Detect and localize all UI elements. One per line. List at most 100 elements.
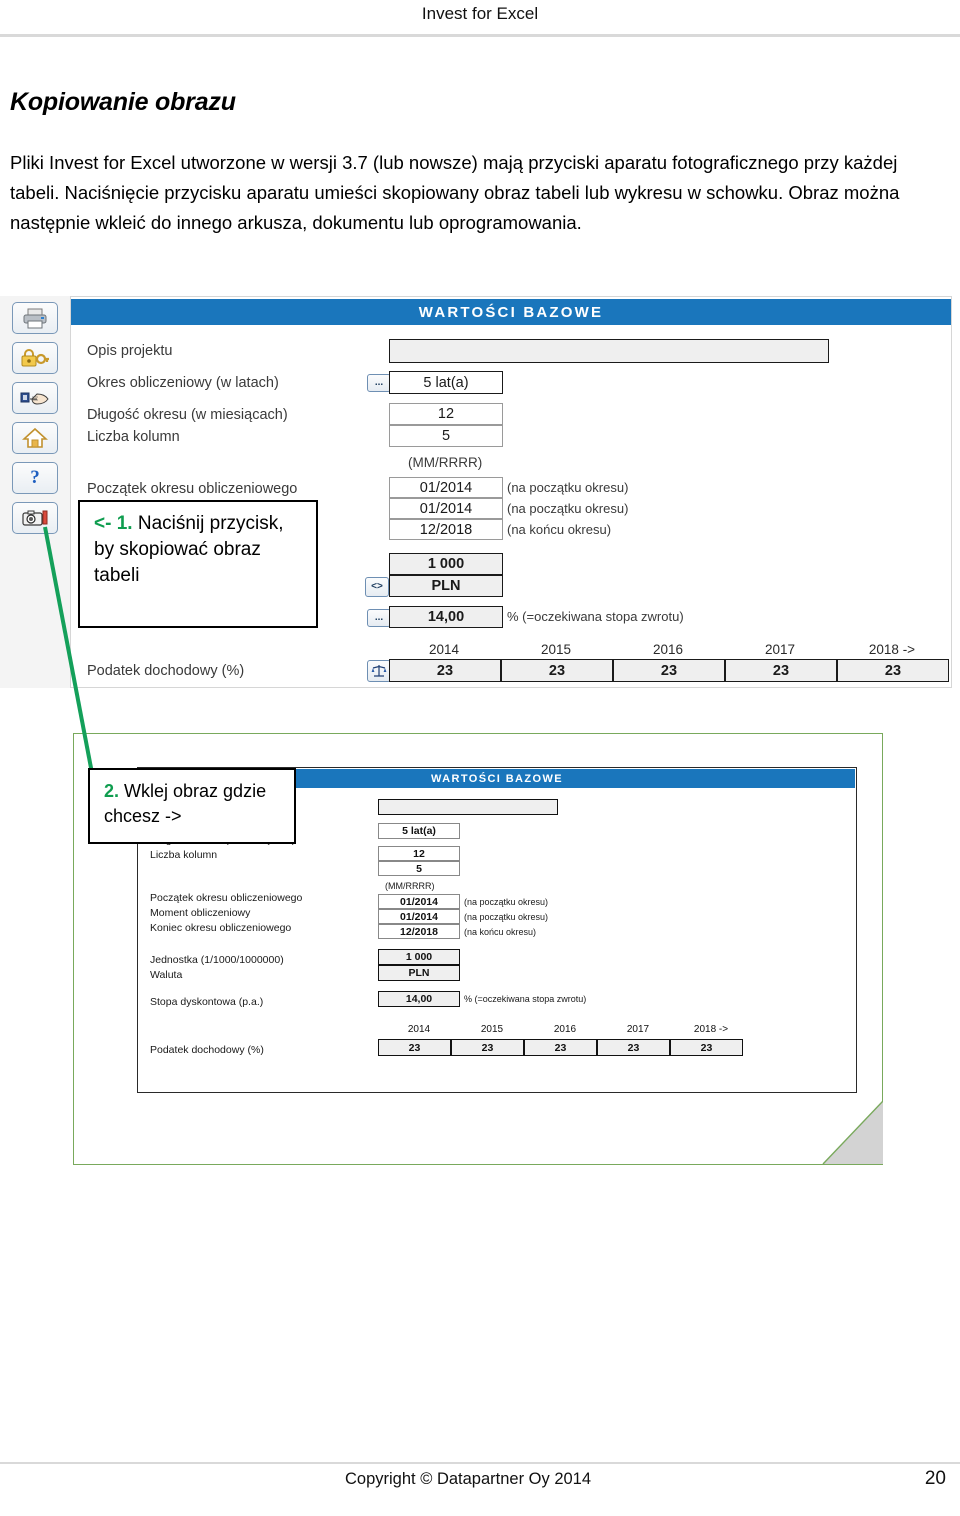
pasted-tax-cell-2017: 23 <box>597 1039 670 1056</box>
cell-stopa-dyskontowa[interactable]: 14,00 <box>389 606 503 628</box>
footer-page-number: 20 <box>924 1468 946 1489</box>
cell-okres-obliczeniowy[interactable]: 5 lat(a) <box>389 371 503 394</box>
footer-divider <box>0 1462 960 1464</box>
row-label-liczba-kolumn: Liczba kolumn <box>87 429 180 445</box>
callout-1-marker: <- 1. <box>94 513 133 534</box>
pasted-row-label-koniec: Koniec okresu obliczeniowego <box>150 922 292 934</box>
header-divider <box>0 34 960 37</box>
cell-poczatek-okresu[interactable]: 01/2014 <box>389 477 503 498</box>
scales-icon-button[interactable] <box>367 660 391 682</box>
pasted-tax-cell-2014: 23 <box>378 1039 451 1056</box>
pointing-hand-button[interactable] <box>12 382 58 414</box>
pasted-cell-koniec: 12/2018 <box>378 924 460 939</box>
pasted-cell-moment: 01/2014 <box>378 909 460 924</box>
pasted-row-label-podatek: Podatek dochodowy (%) <box>150 1044 264 1056</box>
screenshot-original: WARTOŚCI BAZOWE Opis projektu Okres obli… <box>0 296 952 688</box>
pasted-cell-waluta: PLN <box>378 965 460 981</box>
pasted-row-label-jednostka: Jednostka (1/1000/1000000) <box>150 954 284 966</box>
pasted-cell-poczatek: 01/2014 <box>378 894 460 909</box>
worksheet-panel: WARTOŚCI BAZOWE Opis projektu Okres obli… <box>70 296 952 688</box>
tax-cell-2016[interactable]: 23 <box>613 659 725 682</box>
cell-moment-obliczeniowy[interactable]: 01/2014 <box>389 498 503 519</box>
pasted-tax-cell-2015: 23 <box>451 1039 524 1056</box>
pasted-cell-opis <box>378 799 558 815</box>
sheet-title-bar: WARTOŚCI BAZOWE <box>71 299 951 325</box>
page-header: Invest for Excel <box>0 0 960 36</box>
pasted-row-label-moment: Moment obliczeniowy <box>150 907 251 919</box>
camera-copy-button[interactable] <box>12 502 58 534</box>
help-button[interactable]: ? <box>12 462 58 494</box>
note-moment-obliczeniowy: (na początku okresu) <box>507 501 629 516</box>
pasted-tax-year-2014: 2014 <box>407 1024 431 1035</box>
home-icon <box>22 427 48 448</box>
printer-button[interactable] <box>12 302 58 334</box>
home-button[interactable] <box>12 422 58 454</box>
callout-step-1: <- 1. Naciśnij przycisk, by skopiować ob… <box>78 500 318 628</box>
tax-year-2018: 2018 -> <box>868 642 916 657</box>
lock-key-icon <box>21 349 49 367</box>
pasted-note-poczatek: (na początku okresu) <box>464 897 549 907</box>
pasted-tax-cell-2016: 23 <box>524 1039 597 1056</box>
lock-key-button[interactable] <box>12 342 58 374</box>
pasted-row-label-stopa: Stopa dyskontowa (p.a.) <box>150 996 264 1008</box>
camera-icon <box>22 510 48 526</box>
header-title: Invest for Excel <box>421 4 539 23</box>
tax-year-2017: 2017 <box>764 642 796 657</box>
row-label-podatek-dochodowy: Podatek dochodowy (%) <box>87 663 245 679</box>
callout-2-text: Wklej obraz gdzie chcesz -> <box>104 781 267 826</box>
pasted-cell-stopa: 14,00 <box>378 991 460 1007</box>
cell-opis-projektu[interactable] <box>389 339 829 363</box>
pasted-tax-year-2017: 2017 <box>626 1024 650 1035</box>
callout-2-marker: 2. <box>104 781 120 801</box>
cell-waluta[interactable]: PLN <box>389 575 503 597</box>
pasted-tax-year-2015: 2015 <box>480 1024 504 1035</box>
pasted-cell-jednostka: 1 000 <box>378 949 460 965</box>
pasted-tax-cell-2018: 23 <box>670 1039 743 1056</box>
pasted-row-label-waluta: Waluta <box>150 969 183 981</box>
tax-year-2014: 2014 <box>428 642 460 657</box>
printer-icon <box>23 308 47 329</box>
pasted-note-stopa: % (=oczekiwana stopa zwrotu) <box>464 994 587 1004</box>
row-label-okres-obliczeniowy: Okres obliczeniowy (w latach) <box>87 375 279 391</box>
intro-paragraph: Pliki Invest for Excel utworzone w wersj… <box>10 152 900 233</box>
cell-liczba-kolumn[interactable]: 5 <box>389 425 503 447</box>
note-koniec-okresu: (na końcu okresu) <box>507 522 612 537</box>
pasted-note-koniec: (na końcu okresu) <box>464 927 537 937</box>
ellipsis-button-stopa[interactable]: ... <box>367 609 391 627</box>
pasted-row-label-liczba-kolumn: Liczba kolumn <box>150 849 218 861</box>
tax-cell-2014[interactable]: 23 <box>389 659 501 682</box>
sheet-title: WARTOŚCI BAZOWE <box>418 303 604 321</box>
tax-year-2016: 2016 <box>652 642 684 657</box>
pasted-cell-dlugosc: 12 <box>378 846 460 861</box>
note-stopa-dyskontowa: % (=oczekiwana stopa zwrotu) <box>507 609 684 624</box>
pasted-sheet-title: WARTOŚCI BAZOWE <box>430 772 563 785</box>
cell-dlugosc-okresu[interactable]: 12 <box>389 403 503 425</box>
row-label-dlugosc-okresu: Długość okresu (w miesiącach) <box>87 407 288 423</box>
ellipsis-button-okres[interactable]: ... <box>367 374 391 392</box>
row-label-poczatek-okresu: Początek okresu obliczeniowego <box>87 481 298 497</box>
pointing-hand-icon <box>20 392 49 405</box>
cell-koniec-okresu[interactable]: 12/2018 <box>389 519 503 540</box>
pasted-cell-liczba-kolumn: 5 <box>378 861 460 876</box>
tax-cell-2018[interactable]: 23 <box>837 659 949 682</box>
page-fold-corner-icon <box>822 1100 883 1165</box>
pasted-note-moment: (na początku okresu) <box>464 912 549 922</box>
swap-button-waluta[interactable]: <> <box>365 577 389 597</box>
pasted-mm-rrrr-hint: (MM/RRRR) <box>385 881 435 891</box>
tax-year-2015: 2015 <box>540 642 572 657</box>
footer-copyright: Copyright © Datapartner Oy 2014 <box>345 1470 592 1488</box>
mm-rrrr-hint: (MM/RRRR) <box>408 455 483 470</box>
tax-cell-2017[interactable]: 23 <box>725 659 837 682</box>
row-label-opis-projektu: Opis projektu <box>87 343 173 359</box>
pasted-tax-year-2016: 2016 <box>553 1024 577 1035</box>
note-poczatek-okresu: (na początku okresu) <box>507 480 629 495</box>
pasted-tax-year-2018: 2018 -> <box>693 1024 729 1035</box>
question-mark-icon: ? <box>30 467 40 488</box>
cell-jednostka[interactable]: 1 000 <box>389 553 503 575</box>
callout-step-2: 2. Wklej obraz gdzie chcesz -> <box>88 768 296 844</box>
pasted-cell-okres: 5 lat(a) <box>378 823 460 839</box>
page-title: Kopiowanie obrazu <box>10 88 236 116</box>
tax-cell-2015[interactable]: 23 <box>501 659 613 682</box>
pasted-row-label-poczatek: Początek okresu obliczeniowego <box>150 892 303 904</box>
scales-icon <box>371 665 387 677</box>
